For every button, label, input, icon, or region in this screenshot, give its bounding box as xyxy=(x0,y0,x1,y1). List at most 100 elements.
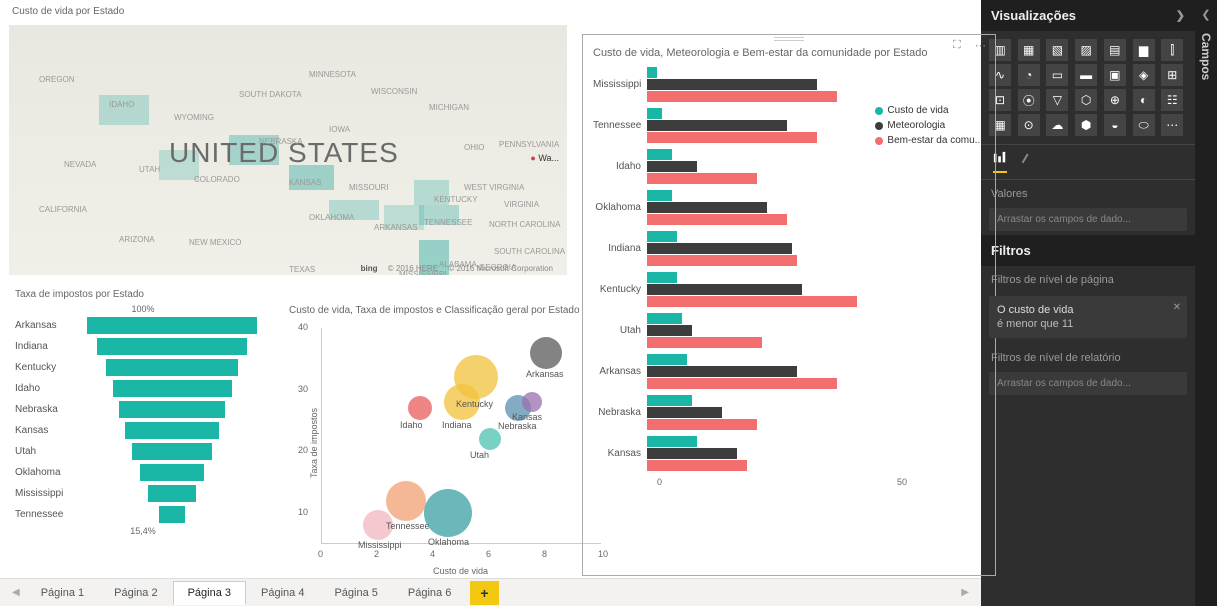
funnel-bar[interactable] xyxy=(132,443,212,460)
funnel-row[interactable]: Oklahoma xyxy=(15,463,271,482)
filters-header[interactable]: Filtros xyxy=(981,235,1195,266)
scatter-visual[interactable]: Custo de vida, Taxa de impostos e Classi… xyxy=(282,300,612,576)
scatter-bubble[interactable] xyxy=(386,481,426,521)
bar-segment[interactable] xyxy=(647,202,767,213)
viz-type-icon[interactable]: ◐ xyxy=(1133,89,1155,111)
bar-segment[interactable] xyxy=(647,173,757,184)
bar-segment[interactable] xyxy=(647,108,662,119)
bar-segment[interactable] xyxy=(647,149,672,160)
scatter-plot[interactable]: 102030400246810MississippiTennesseeOklah… xyxy=(321,328,601,544)
viz-type-icon[interactable]: ⬢ xyxy=(1075,114,1097,136)
report-area[interactable]: Custo de vida por Estado UNITED STATES O… xyxy=(0,0,981,578)
bar-segment[interactable] xyxy=(647,448,737,459)
add-page-button[interactable]: + xyxy=(470,581,498,605)
format-tab-icon[interactable] xyxy=(1019,151,1033,173)
bar-segment[interactable] xyxy=(647,214,787,225)
bar-segment[interactable] xyxy=(647,354,687,365)
legend-item[interactable]: Custo de vida xyxy=(875,105,983,116)
scatter-bubble[interactable] xyxy=(408,396,432,420)
viz-type-icon[interactable]: ☷ xyxy=(1161,89,1183,111)
funnel-bar[interactable] xyxy=(97,338,247,355)
viz-type-icon[interactable]: ◒ xyxy=(1104,114,1126,136)
viz-type-icon[interactable]: ⋯ xyxy=(1161,114,1183,136)
viz-type-icon[interactable]: ▆ xyxy=(1133,39,1155,61)
filter-remove-icon[interactable]: ✕ xyxy=(1173,302,1181,313)
viz-type-icon[interactable]: ▽ xyxy=(1046,89,1068,111)
funnel-bar[interactable] xyxy=(140,464,205,481)
viz-type-icon[interactable]: ⬭ xyxy=(1133,114,1155,136)
bar-segment[interactable] xyxy=(647,67,657,78)
bar-group-row[interactable]: Mississippi xyxy=(593,67,985,103)
bar-group-row[interactable]: Kentucky xyxy=(593,272,985,308)
funnel-row[interactable]: Utah xyxy=(15,442,271,461)
grouped-bar-visual[interactable]: ⛶ ⋯ Custo de vida, Meteorologia e Bem-es… xyxy=(582,34,996,576)
viz-type-icon[interactable]: ⫿ xyxy=(1161,39,1183,61)
filter-card[interactable]: O custo de vida é menor que 11 ✕ xyxy=(989,296,1187,338)
viz-type-icon[interactable]: ◈ xyxy=(1133,64,1155,86)
bar-group-row[interactable]: Arkansas xyxy=(593,354,985,390)
tab-scroll-right[interactable]: ▶ xyxy=(955,587,975,598)
bar-segment[interactable] xyxy=(647,436,697,447)
bar-segment[interactable] xyxy=(647,272,677,283)
page-tab[interactable]: Página 5 xyxy=(319,581,392,605)
viz-type-icon[interactable]: ▭ xyxy=(1046,64,1068,86)
funnel-row[interactable]: Nebraska xyxy=(15,400,271,419)
scatter-bubble[interactable] xyxy=(522,392,542,412)
bar-segment[interactable] xyxy=(647,91,837,102)
bar-group-row[interactable]: Idaho xyxy=(593,149,985,185)
visualizations-header[interactable]: Visualizações ❯ xyxy=(981,0,1195,31)
tab-scroll-left[interactable]: ◀ xyxy=(6,587,26,598)
bar-segment[interactable] xyxy=(647,132,817,143)
page-tab[interactable]: Página 4 xyxy=(246,581,319,605)
bar-segment[interactable] xyxy=(647,366,797,377)
bar-segment[interactable] xyxy=(647,337,762,348)
bar-group-row[interactable]: Nebraska xyxy=(593,395,985,431)
legend-item[interactable]: Meteorologia xyxy=(875,120,983,131)
viz-type-icon[interactable]: ⊕ xyxy=(1104,89,1126,111)
funnel-row[interactable]: Idaho xyxy=(15,379,271,398)
bar-segment[interactable] xyxy=(647,243,792,254)
viz-type-icon[interactable]: ⦿ xyxy=(1018,89,1040,111)
bar-segment[interactable] xyxy=(647,395,692,406)
report-filters-drop-zone[interactable]: Arrastar os campos de dado... xyxy=(989,372,1187,395)
bar-segment[interactable] xyxy=(647,255,797,266)
funnel-row[interactable]: Indiana xyxy=(15,337,271,356)
viz-type-icon[interactable]: ▣ xyxy=(1104,64,1126,86)
funnel-row[interactable]: Kentucky xyxy=(15,358,271,377)
page-tab[interactable]: Página 6 xyxy=(393,581,466,605)
fields-pane-collapsed[interactable]: ❮ Campos xyxy=(1195,0,1217,606)
bar-segment[interactable] xyxy=(647,231,677,242)
scatter-bubble[interactable] xyxy=(530,337,562,369)
focus-mode-icon[interactable]: ⛶ xyxy=(953,39,967,53)
funnel-row[interactable]: Kansas xyxy=(15,421,271,440)
bar-group-row[interactable]: Kansas xyxy=(593,436,985,472)
funnel-bar[interactable] xyxy=(125,422,219,439)
funnel-row[interactable]: Tennessee xyxy=(15,505,271,524)
map-body[interactable]: UNITED STATES OREGON IDAHO WYOMING MINNE… xyxy=(9,25,567,275)
bar-group-row[interactable]: Utah xyxy=(593,313,985,349)
funnel-visual[interactable]: Taxa de impostos por Estado 100% Arkansa… xyxy=(8,284,278,574)
bar-segment[interactable] xyxy=(647,419,757,430)
page-tab[interactable]: Página 1 xyxy=(26,581,99,605)
values-drop-zone[interactable]: Arrastar os campos de dado... xyxy=(989,208,1187,231)
bar-segment[interactable] xyxy=(647,190,672,201)
funnel-row[interactable]: Mississippi xyxy=(15,484,271,503)
viz-type-icon[interactable]: ▦ xyxy=(1018,39,1040,61)
viz-type-icon[interactable]: ◔ xyxy=(1018,64,1040,86)
scatter-bubble[interactable] xyxy=(424,489,472,537)
bar-segment[interactable] xyxy=(647,161,697,172)
bar-group-row[interactable]: Oklahoma xyxy=(593,190,985,226)
funnel-bar[interactable] xyxy=(106,359,239,376)
collapse-chevron-icon[interactable]: ❯ xyxy=(1176,9,1185,22)
funnel-bar[interactable] xyxy=(87,317,257,334)
bar-segment[interactable] xyxy=(647,407,722,418)
viz-type-icon[interactable]: ▧ xyxy=(1046,39,1068,61)
bar-segment[interactable] xyxy=(647,313,682,324)
viz-type-icon[interactable]: ⬡ xyxy=(1075,89,1097,111)
funnel-bar[interactable] xyxy=(159,506,185,523)
funnel-row[interactable]: Arkansas xyxy=(15,316,271,335)
viz-type-icon[interactable]: ▬ xyxy=(1075,64,1097,86)
map-visual[interactable]: UNITED STATES OREGON IDAHO WYOMING MINNE… xyxy=(8,24,568,276)
expand-chevron-icon[interactable]: ❮ xyxy=(1201,8,1210,21)
funnel-bar[interactable] xyxy=(119,401,224,418)
